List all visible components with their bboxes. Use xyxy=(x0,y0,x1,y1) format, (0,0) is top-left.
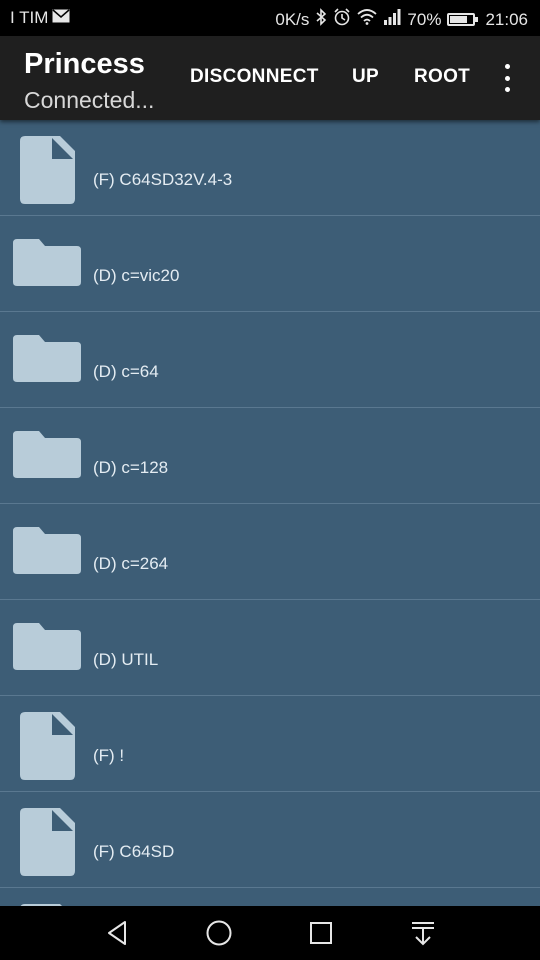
folder-icon xyxy=(13,328,81,396)
list-item-label: (F) C64SD32V.4-3 xyxy=(93,170,233,189)
folder-icon xyxy=(13,520,81,588)
list-item-label: (F) ! xyxy=(93,746,125,765)
folder-icon xyxy=(13,616,81,684)
wifi-icon xyxy=(357,9,378,30)
notification-pulldown-icon[interactable] xyxy=(408,918,438,948)
file-icon xyxy=(13,712,81,780)
list-item-label: (F) C64SD xyxy=(93,842,175,861)
list-item[interactable]: (D) c=64 xyxy=(0,312,540,408)
home-icon[interactable] xyxy=(204,918,234,948)
root-button[interactable]: ROOT xyxy=(414,66,470,88)
list-item[interactable]: (F) C64SD32V.4-3 xyxy=(0,120,540,216)
email-icon xyxy=(52,8,70,28)
folder-icon xyxy=(13,424,81,492)
connection-status: Connected... xyxy=(24,87,155,113)
file-icon xyxy=(13,808,81,876)
folder-icon xyxy=(13,232,81,300)
list-item[interactable]: (F) ! xyxy=(0,696,540,792)
carrier-label: I TIM xyxy=(10,8,49,27)
bluetooth-icon xyxy=(315,8,327,31)
file-icon xyxy=(13,136,81,204)
list-item-label: (D) c=vic20 xyxy=(93,266,180,285)
network-speed: 0K/s xyxy=(275,9,310,29)
battery-percent: 70% xyxy=(407,9,442,29)
app-title: Princess xyxy=(24,48,145,80)
overflow-menu-icon[interactable] xyxy=(500,64,514,92)
app-bar: Princess Connected... DISCONNECT UP ROOT xyxy=(0,36,540,120)
list-item[interactable]: (D) c=vic20 xyxy=(0,216,540,312)
navigation-bar xyxy=(0,906,540,960)
battery-icon xyxy=(447,13,479,26)
file-list: (F) C64SD32V.4-3 (D) c=vic20 (D) c=64 (D) c… xyxy=(0,120,540,906)
list-item-label: (D) c=264 xyxy=(93,554,169,573)
back-icon[interactable] xyxy=(103,918,133,948)
list-item[interactable]: (F) C64SD xyxy=(0,792,540,888)
list-item[interactable]: (D) c=264 xyxy=(0,504,540,600)
list-item[interactable]: (D) UTIL xyxy=(0,600,540,696)
recents-icon[interactable] xyxy=(306,918,336,948)
list-item[interactable] xyxy=(0,888,540,906)
clock: 21:06 xyxy=(485,9,528,29)
list-item-label: (D) UTIL xyxy=(93,650,159,669)
status-bar: I TIM 0K/s 70% 21:06 xyxy=(0,0,540,36)
disconnect-button[interactable]: DISCONNECT xyxy=(190,66,319,88)
alarm-icon xyxy=(333,8,351,31)
up-button[interactable]: UP xyxy=(352,66,379,88)
list-item-label: (D) c=64 xyxy=(93,362,159,381)
signal-icon xyxy=(383,9,401,30)
list-item-label: (D) c=128 xyxy=(93,458,169,477)
list-item[interactable]: (D) c=128 xyxy=(0,408,540,504)
